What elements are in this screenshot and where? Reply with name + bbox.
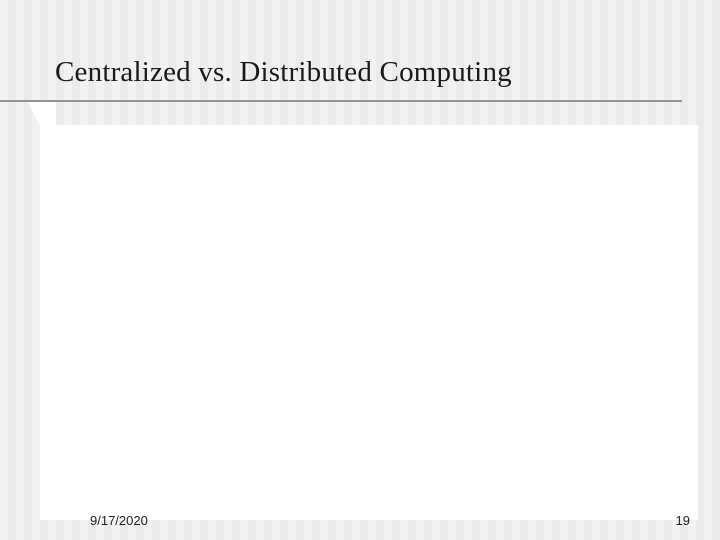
footer-page-number: 19: [676, 513, 690, 528]
content-area: [40, 125, 698, 520]
slide-footer: 9/17/2020 19: [0, 513, 720, 528]
slide-title: Centralized vs. Distributed Computing: [55, 56, 680, 89]
title-tab-notch: [40, 102, 56, 126]
footer-date: 9/17/2020: [90, 513, 148, 528]
title-block: Centralized vs. Distributed Computing: [55, 56, 680, 89]
title-underline: [0, 100, 682, 102]
